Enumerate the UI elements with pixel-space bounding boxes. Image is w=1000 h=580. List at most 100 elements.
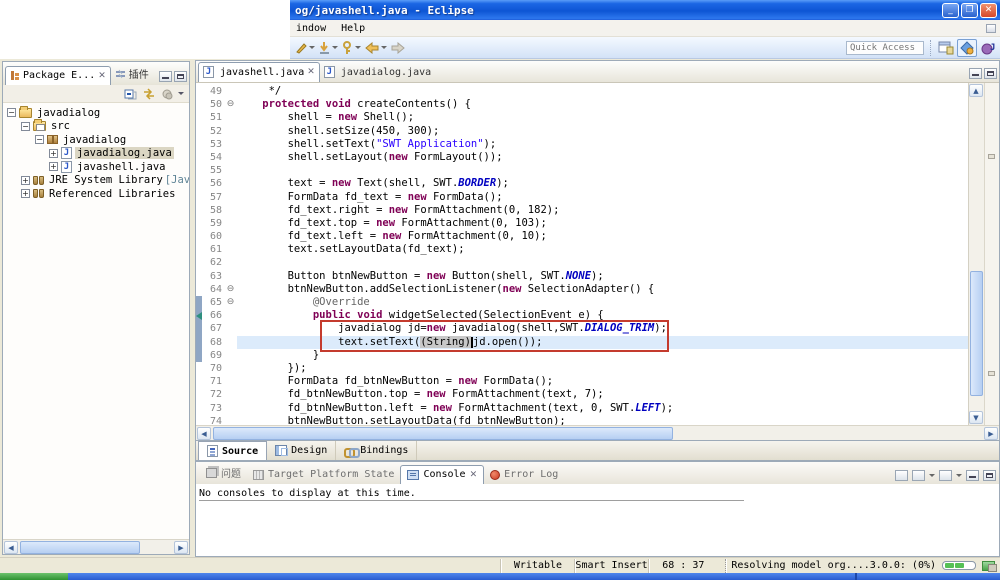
console-tab-problems[interactable]: 问题 — [200, 462, 247, 484]
restore-window-button[interactable]: ❐ — [961, 3, 978, 18]
chevron-down-icon[interactable] — [956, 474, 962, 477]
filters-icon[interactable] — [161, 88, 173, 100]
tree-expander-plus-icon[interactable]: + — [49, 149, 58, 158]
tree-item[interactable]: +Referenced Libraries — [7, 187, 189, 201]
minimize-console-button[interactable] — [966, 470, 979, 481]
tree-item[interactable]: −javadialog — [7, 133, 189, 147]
console-tab-errorlog[interactable]: Error Log — [484, 466, 564, 484]
subtab-bindings[interactable]: Bindings — [336, 441, 417, 460]
tree-expander-minus-icon[interactable]: − — [21, 122, 30, 131]
code-line-65[interactable]: 65⊖ @Override — [196, 296, 968, 309]
last-edit-location-button[interactable] — [341, 41, 361, 55]
subtab-design[interactable]: Design — [267, 441, 336, 460]
code-line-72[interactable]: 72 fd_btnNewButton.top = new FormAttachm… — [196, 388, 968, 401]
status-progress[interactable]: Resolving model org....3.0.0: (0%) — [725, 559, 1000, 573]
package-explorer-hscrollbar[interactable]: ◀ ▶ — [3, 539, 189, 554]
toolbar-pin-icon[interactable] — [986, 24, 996, 33]
taskbar-start-fragment[interactable] — [0, 573, 68, 580]
menu-item-0[interactable]: indow — [296, 23, 326, 34]
link-with-editor-icon[interactable] — [142, 88, 156, 100]
display-console-icon[interactable] — [912, 470, 925, 481]
scroll-right-icon[interactable]: ▶ — [174, 541, 188, 554]
editor-body[interactable]: 49 */50⊖ protected void createContents()… — [196, 83, 999, 425]
taskbar-strip[interactable] — [68, 573, 1000, 580]
scroll-right-icon[interactable]: ▶ — [984, 427, 998, 440]
console-tab-console[interactable]: Console✕ — [400, 465, 484, 484]
fold-collapse-icon[interactable]: ⊖ — [224, 283, 237, 296]
fold-collapse-icon[interactable]: ⊖ — [224, 98, 237, 111]
code-line-74[interactable]: 74 btnNewButton.setLayoutData(fd_btnNewB… — [196, 415, 968, 425]
tree-expander-plus-icon[interactable]: + — [21, 189, 30, 198]
close-icon[interactable]: ✕ — [307, 67, 315, 77]
code-line-61[interactable]: 61 text.setLayoutData(fd_text); — [196, 243, 968, 256]
open-perspective-button[interactable] — [938, 40, 954, 55]
windowbuilder-perspective-button[interactable] — [957, 39, 977, 57]
code-line-58[interactable]: 58 fd_text.right = new FormAttachment(0,… — [196, 204, 968, 217]
code-line-64[interactable]: 64⊖ btnNewButton.addSelectionListener(ne… — [196, 283, 968, 296]
tree-item[interactable]: −javadialog — [7, 106, 189, 120]
tree-expander-plus-icon[interactable]: + — [49, 162, 58, 171]
background-jobs-icon[interactable] — [982, 561, 995, 571]
maximize-editor-button[interactable] — [984, 68, 997, 79]
overview-marker[interactable] — [988, 154, 995, 159]
title-bar[interactable]: og/javashell.java - Eclipse _ ❐ ✕ — [290, 0, 1000, 20]
new-wizard-button[interactable] — [294, 41, 315, 55]
code-viewport[interactable]: 49 */50⊖ protected void createContents()… — [196, 85, 968, 425]
console-tab-target[interactable]: Target Platform State — [247, 466, 400, 484]
code-line-60[interactable]: 60 fd_text.left = new FormAttachment(0, … — [196, 230, 968, 243]
editor-tab-javashell.java[interactable]: Jjavashell.java✕ — [198, 62, 320, 82]
close-icon[interactable]: ✕ — [470, 470, 478, 480]
tree-item[interactable]: +Jjavadialog.java — [7, 147, 189, 161]
code-line-68[interactable]: 68 text.setText((String)jd.open()); — [196, 336, 968, 349]
menu-item-1[interactable]: Help — [341, 23, 365, 34]
scroll-left-icon[interactable]: ◀ — [4, 541, 18, 554]
maximize-console-button[interactable] — [983, 470, 996, 481]
open-console-icon[interactable] — [895, 470, 908, 481]
view-menu-icon[interactable] — [178, 92, 184, 95]
code-line-70[interactable]: 70 }); — [196, 362, 968, 375]
code-line-55[interactable]: 55 — [196, 164, 968, 177]
chevron-down-icon[interactable] — [929, 474, 935, 477]
tree-expander-minus-icon[interactable]: − — [7, 108, 16, 117]
tree-expander-minus-icon[interactable]: − — [35, 135, 44, 144]
scroll-up-icon[interactable]: ▲ — [969, 84, 983, 97]
hscroll-thumb[interactable] — [20, 541, 140, 554]
minimize-editor-button[interactable] — [969, 68, 982, 79]
code-line-59[interactable]: 59 fd_text.top = new FormAttachment(0, 1… — [196, 217, 968, 230]
tree-item[interactable]: −src — [7, 120, 189, 134]
code-line-57[interactable]: 57 FormData fd_text = new FormData(); — [196, 191, 968, 204]
editor-tab-javadialog.java[interactable]: Jjavadialog.java — [320, 63, 435, 82]
forward-button[interactable] — [390, 42, 406, 54]
tab-plugins[interactable]: 插件 — [111, 63, 153, 85]
minimize-window-button[interactable]: _ — [942, 3, 959, 18]
code-line-69[interactable]: 69 } — [196, 349, 968, 362]
subtab-source[interactable]: Source — [198, 441, 267, 460]
code-line-73[interactable]: 73 fd_btnNewButton.left = new FormAttach… — [196, 402, 968, 415]
code-line-71[interactable]: 71 FormData fd_btnNewButton = new FormDa… — [196, 375, 968, 388]
tree-item[interactable]: +JRE System Library [JavaSE-1. — [7, 174, 189, 188]
maximize-view-button[interactable] — [174, 71, 187, 82]
java-perspective-button[interactable]: J — [980, 41, 996, 55]
console-content[interactable]: No consoles to display at this time. — [196, 484, 999, 556]
overview-ruler[interactable] — [984, 83, 999, 425]
scroll-down-icon[interactable]: ▼ — [969, 411, 983, 424]
save-button[interactable] — [318, 41, 338, 55]
fold-collapse-icon[interactable]: ⊖ — [224, 296, 237, 309]
minimize-view-button[interactable] — [159, 71, 172, 82]
code-line-53[interactable]: 53 shell.setText("SWT Application"); — [196, 138, 968, 151]
hscroll-thumb[interactable] — [213, 427, 673, 440]
vscroll-thumb[interactable] — [970, 271, 983, 396]
editor-hscrollbar[interactable]: ◀ ▶ — [196, 425, 999, 440]
editor-vscrollbar[interactable]: ▲ ▼ — [968, 83, 984, 425]
code-line-52[interactable]: 52 shell.setSize(450, 300); — [196, 125, 968, 138]
code-line-49[interactable]: 49 */ — [196, 85, 968, 98]
code-line-51[interactable]: 51 shell = new Shell(); — [196, 111, 968, 124]
code-line-67[interactable]: 67 javadialog jd=new javadialog(shell,SW… — [196, 322, 968, 335]
close-window-button[interactable]: ✕ — [980, 3, 997, 18]
back-button[interactable] — [364, 42, 387, 54]
scroll-left-icon[interactable]: ◀ — [197, 427, 211, 440]
quick-access-input[interactable] — [846, 41, 924, 55]
tree-expander-plus-icon[interactable]: + — [21, 176, 30, 185]
tab-package-explorer[interactable]: Package E... ✕ — [5, 66, 111, 85]
code-line-66[interactable]: 66 public void widgetSelected(SelectionE… — [196, 309, 968, 322]
